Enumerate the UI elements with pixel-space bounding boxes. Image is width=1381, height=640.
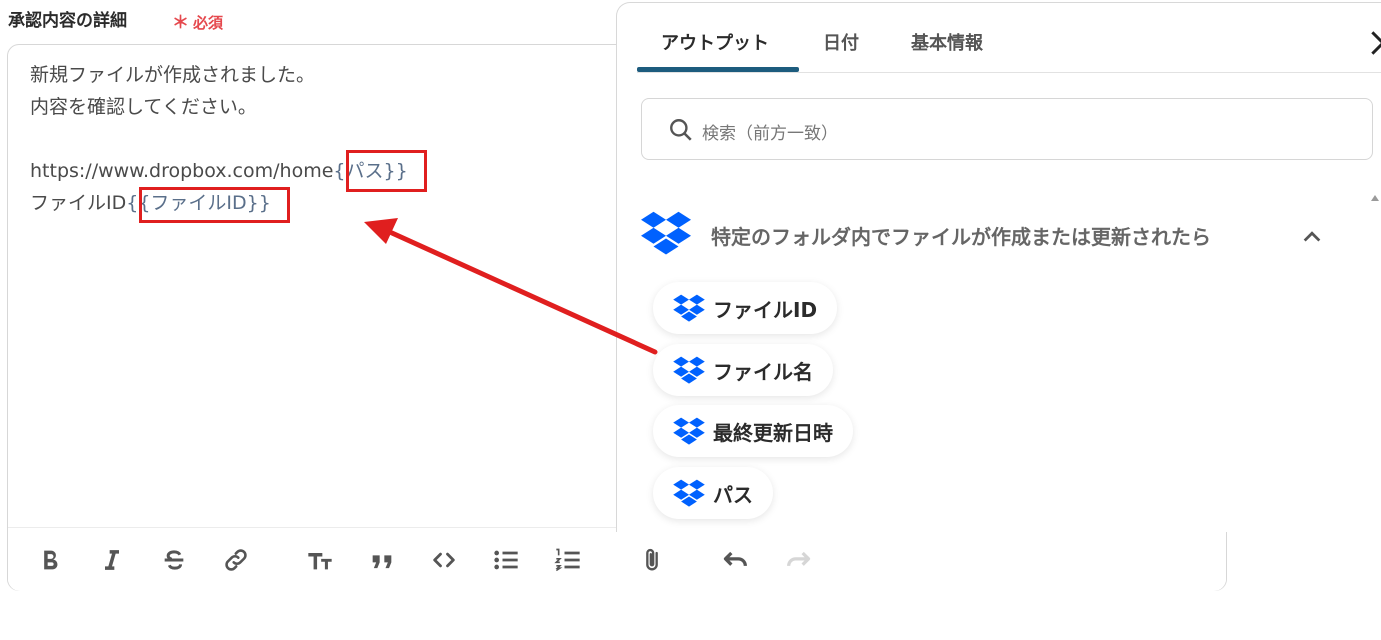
- search-input[interactable]: 検索（前方一致）: [641, 98, 1373, 160]
- editor-line: 新規ファイルが作成されました。: [30, 64, 316, 86]
- output-chip-filename[interactable]: ファイル名: [653, 344, 833, 396]
- url-text: https://www.dropbox.com/home: [30, 160, 334, 182]
- required-star: ＊: [172, 13, 189, 33]
- output-chip-label: ファイル名: [713, 359, 813, 384]
- required-indicator: ＊必須: [172, 8, 223, 33]
- dropbox-icon: [673, 294, 705, 322]
- bullet-list-icon[interactable]: [490, 544, 522, 576]
- highlight-box-fileid: [139, 187, 290, 223]
- attachment-icon[interactable]: [636, 544, 668, 576]
- dropbox-icon: [673, 417, 705, 445]
- search-icon: [668, 117, 694, 143]
- redo-icon[interactable]: [782, 544, 814, 576]
- output-chip-label: 最終更新日時: [713, 420, 833, 445]
- bold-icon[interactable]: [34, 544, 66, 576]
- trigger-group-header[interactable]: 特定のフォルダ内でファイルが作成または更新されたら: [641, 207, 1341, 263]
- text-size-icon[interactable]: [304, 544, 336, 576]
- output-chip-label: パス: [713, 482, 753, 507]
- dropbox-icon: [673, 356, 705, 384]
- required-text: 必須: [193, 14, 224, 32]
- output-chip-modified[interactable]: 最終更新日時: [653, 405, 853, 457]
- quote-icon[interactable]: [366, 544, 398, 576]
- undo-icon[interactable]: [720, 544, 752, 576]
- output-chip-path[interactable]: パス: [653, 467, 773, 519]
- fileid-label: ファイルID: [30, 192, 127, 214]
- tab-basic-info[interactable]: 基本情報: [911, 29, 983, 55]
- highlight-box-path: [346, 150, 427, 192]
- link-icon[interactable]: [220, 544, 252, 576]
- dropbox-icon: [673, 479, 705, 507]
- close-icon[interactable]: [1367, 27, 1381, 59]
- output-chip-fileid[interactable]: ファイルID: [653, 282, 838, 334]
- tab-bar: アウトプット 日付 基本情報: [637, 3, 1381, 73]
- editor-line: 内容を確認してください。: [30, 96, 257, 118]
- editor-toolbar: [8, 527, 1226, 591]
- scroll-up-icon[interactable]: [1370, 193, 1380, 203]
- field-label: 承認内容の詳細: [8, 11, 127, 31]
- tab-date[interactable]: 日付: [823, 29, 859, 55]
- dropbox-icon: [641, 209, 691, 257]
- output-chip-label: ファイルID: [713, 297, 818, 322]
- italic-icon[interactable]: [96, 544, 128, 576]
- strikethrough-icon[interactable]: [158, 544, 190, 576]
- search-placeholder: 検索（前方一致）: [702, 124, 838, 144]
- chevron-up-icon[interactable]: [1301, 227, 1323, 245]
- output-panel: アウトプット 日付 基本情報 検索（前方一致） 特定のフォルダ内でファイルが作成…: [616, 2, 1381, 532]
- numbered-list-icon[interactable]: [552, 544, 584, 576]
- trigger-group-title: 特定のフォルダ内でファイルが作成または更新されたら: [711, 225, 1211, 249]
- code-icon[interactable]: [428, 544, 460, 576]
- active-tab-indicator: [637, 67, 799, 72]
- tab-output[interactable]: アウトプット: [661, 29, 769, 55]
